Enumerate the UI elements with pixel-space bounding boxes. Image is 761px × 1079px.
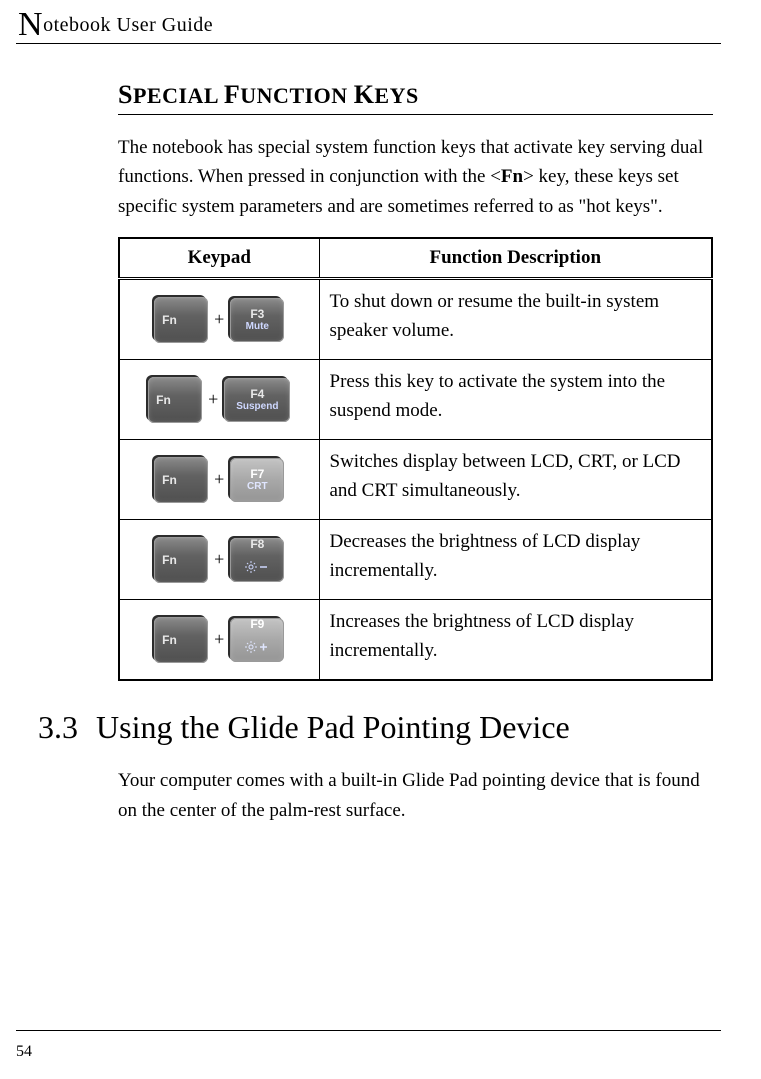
th-keypad: Keypad (119, 238, 319, 279)
plus-icon: + (214, 626, 224, 653)
table-row: Fn + F4 Suspend Press this key to activa… (119, 360, 712, 440)
desc-cell: Press this key to activate the system in… (319, 360, 712, 440)
page-number: 54 (16, 1043, 32, 1061)
plus-icon: + (208, 386, 218, 413)
fn-key-icon: Fn (148, 377, 202, 423)
fn-key-icon: Fn (154, 457, 208, 503)
desc-cell: Decreases the brightness of LCD display … (319, 520, 712, 600)
plus-icon: + (214, 466, 224, 493)
fn-key-icon: Fn (154, 537, 208, 583)
running-head-dropcap: N (18, 6, 43, 43)
section-heading: SPECIAL FUNCTION KEYS (118, 80, 713, 115)
desc-cell: Switches display between LCD, CRT, or LC… (319, 440, 712, 520)
key-combo: Fn + F4 Suspend (148, 377, 290, 423)
plus-icon: + (214, 306, 224, 333)
section-number: 3.3 (38, 709, 78, 746)
table-row: Fn + F3 Mute To shut down or resume the … (119, 279, 712, 360)
f3-mute-key-icon: F3 Mute (230, 298, 284, 342)
key-combo: Fn + F3 Mute (154, 297, 284, 343)
brightness-down-icon (245, 554, 269, 583)
section-paragraph: Your computer comes with a built-in Glid… (118, 766, 713, 825)
plus-icon: + (214, 546, 224, 573)
desc-cell: Increases the brightness of LCD display … (319, 600, 712, 681)
f9-brightness-up-key-icon: F9 (230, 618, 284, 662)
section-title: Using the Glide Pad Pointing Device (96, 709, 570, 746)
th-desc: Function Description (319, 238, 712, 279)
key-combo: Fn + F8 (154, 537, 284, 583)
f8-brightness-down-key-icon: F8 (230, 538, 284, 582)
desc-cell: To shut down or resume the built-in syst… (319, 279, 712, 360)
table-row: Fn + F9 Increases the brightness of LCD … (119, 600, 712, 681)
section-title-row: 3.3 Using the Glide Pad Pointing Device (38, 709, 713, 746)
running-head-rest: otebook User Guide (43, 14, 213, 36)
footer-rule (16, 1030, 721, 1031)
key-combo: Fn + F9 (154, 617, 284, 663)
table-row: Fn + F7 CRT Switches display between LCD… (119, 440, 712, 520)
table-row: Fn + F8 Decreases the brightness of LCD … (119, 520, 712, 600)
f7-crt-key-icon: F7 CRT (230, 458, 284, 502)
key-combo: Fn + F7 CRT (154, 457, 284, 503)
intro-paragraph: The notebook has special system function… (118, 133, 713, 221)
function-keys-table: Keypad Function Description Fn + F3 Mute (118, 237, 713, 681)
brightness-up-icon (245, 634, 269, 663)
fn-key-icon: Fn (154, 617, 208, 663)
fn-key-icon: Fn (154, 297, 208, 343)
running-head: Notebook User Guide (16, 14, 721, 44)
f4-suspend-key-icon: F4 Suspend (224, 378, 290, 422)
